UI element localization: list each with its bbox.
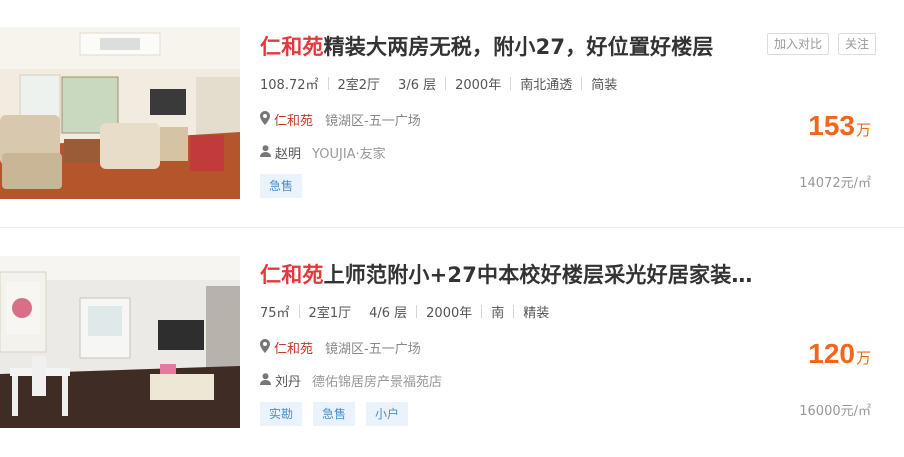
listing-attributes: 108.72㎡ 2室2厅 3/6 层 2000年 南北通透 简装 [260, 74, 617, 93]
listing-card[interactable]: 仁和苑精装大两房无税，附小27，好位置好楼层 加入对比 关注 108.72㎡ 2… [0, 0, 904, 228]
attr-decoration: 简装 [591, 78, 618, 93]
price-value: 153 [808, 110, 855, 141]
listing-title[interactable]: 仁和苑精装大两房无税，附小27，好位置好楼层 [260, 31, 714, 61]
agent-company: YOUJIA·友家 [312, 147, 386, 162]
listing-location: 仁和苑 镜湖区-五一广场 [260, 338, 421, 357]
total-price: 120 万 [808, 338, 871, 370]
tag-urgent: 急售 [260, 174, 303, 198]
community-link[interactable]: 仁和苑 [274, 110, 313, 129]
follow-button[interactable]: 关注 [837, 33, 876, 55]
attr-floor: 3/6 层 [398, 78, 437, 93]
unit-price: 16000元/㎡ [799, 404, 871, 419]
listing-photo[interactable] [0, 256, 240, 428]
attr-layout: 2室1厅 [308, 306, 352, 321]
location-pin-icon [260, 338, 270, 357]
location-pin-icon [260, 110, 270, 129]
attr-floor: 4/6 层 [369, 306, 408, 321]
agent-name[interactable]: 刘丹 [275, 371, 301, 390]
title-text: 精装大两房无税，附小27，好位置好楼层 [323, 35, 714, 59]
agent-name[interactable]: 赵明 [275, 143, 301, 162]
listing-tags: 实勘 急售 小户 [260, 402, 409, 426]
attr-area: 75㎡ [260, 306, 290, 321]
price-unit: 万 [855, 349, 871, 367]
listing-tags: 急售 [260, 174, 303, 198]
person-icon [260, 144, 271, 161]
title-community: 仁和苑 [260, 263, 324, 287]
price-value: 120 [808, 338, 855, 369]
divider [481, 305, 483, 318]
add-compare-button[interactable]: 加入对比 [766, 33, 829, 55]
attr-orientation: 南 [491, 306, 505, 321]
divider [510, 77, 512, 90]
divider [513, 305, 515, 318]
listing-agent: 刘丹 德佑锦居房产景福苑店 [260, 371, 442, 390]
attr-area: 108.72㎡ [260, 78, 319, 93]
district-link[interactable]: 镜湖区-五一广场 [325, 110, 421, 129]
tag-small-unit: 小户 [366, 402, 409, 426]
listing-photo[interactable] [0, 27, 240, 199]
community-link[interactable]: 仁和苑 [274, 338, 313, 357]
tag-urgent: 急售 [313, 402, 356, 426]
attr-year: 2000年 [426, 306, 473, 321]
listing-title[interactable]: 仁和苑上师范附小+27中本校好楼层采光好居家装… [260, 259, 753, 289]
unit-price: 14072元/㎡ [799, 176, 871, 191]
total-price: 153 万 [808, 110, 871, 142]
listing-agent: 赵明 YOUJIA·友家 [260, 143, 386, 162]
district-link[interactable]: 镜湖区-五一广场 [325, 338, 421, 357]
listing-attributes: 75㎡ 2室1厅 4/6 层 2000年 南 精装 [260, 302, 549, 321]
divider [445, 77, 447, 90]
tag-inspected: 实勘 [260, 402, 303, 426]
person-icon [260, 372, 271, 389]
price-unit: 万 [855, 121, 871, 139]
title-community: 仁和苑 [260, 35, 324, 59]
attr-orientation: 南北通透 [520, 78, 573, 93]
divider [581, 77, 583, 90]
divider [416, 305, 418, 318]
listing-location: 仁和苑 镜湖区-五一广场 [260, 110, 421, 129]
divider [298, 305, 300, 318]
divider [327, 77, 329, 90]
attr-layout: 2室2厅 [337, 78, 381, 93]
agent-company: 德佑锦居房产景福苑店 [312, 375, 443, 390]
attr-year: 2000年 [455, 78, 502, 93]
attr-decoration: 精装 [523, 306, 550, 321]
title-text: 上师范附小+27中本校好楼层采光好居家装… [323, 263, 753, 287]
listing-card[interactable]: 仁和苑上师范附小+27中本校好楼层采光好居家装… 75㎡ 2室1厅 4/6 层 … [0, 228, 904, 457]
